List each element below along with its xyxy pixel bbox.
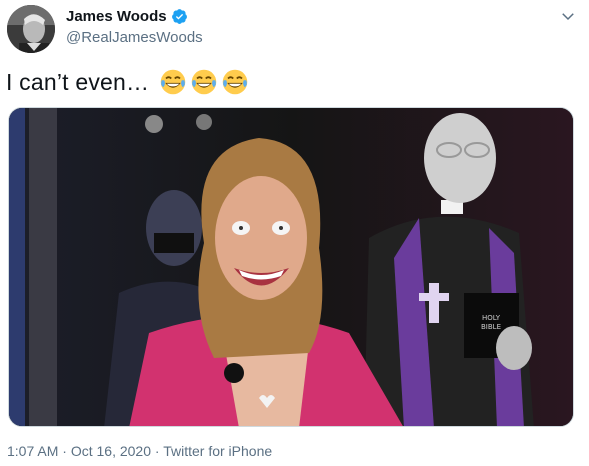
tweet-source[interactable]: Twitter for iPhone [163, 443, 272, 459]
photo-image: HOLY BIBLE [9, 108, 573, 426]
meta-separator: · [58, 443, 71, 459]
avatar-image [7, 5, 55, 53]
laughing-emoji-icon [191, 69, 217, 95]
avatar[interactable] [7, 5, 55, 53]
tweet-card: James Woods @RealJamesWoods I can’t even… [0, 0, 589, 466]
chevron-down-icon[interactable] [559, 7, 577, 25]
svg-text:HOLY: HOLY [482, 314, 501, 322]
emoji-group [159, 68, 249, 96]
author-name-row[interactable]: James Woods [66, 8, 188, 25]
tweet-metadata: 1:07 AM · Oct 16, 2020 · Twitter for iPh… [7, 443, 272, 459]
laughing-emoji-icon [160, 69, 186, 95]
verified-badge-icon [171, 9, 187, 24]
svg-text:BIBLE: BIBLE [481, 323, 501, 331]
tweet-time[interactable]: 1:07 AM [7, 443, 58, 459]
meta-separator: · [151, 443, 164, 459]
author-name[interactable]: James Woods [66, 8, 167, 25]
laughing-emoji-icon [222, 69, 248, 95]
tweet-text-row: I can’t even… [6, 68, 249, 96]
tweet-photo[interactable]: HOLY BIBLE [8, 107, 574, 427]
author-handle[interactable]: @RealJamesWoods [66, 29, 203, 46]
tweet-text: I can’t even… [6, 68, 150, 95]
tweet-date[interactable]: Oct 16, 2020 [71, 443, 151, 459]
